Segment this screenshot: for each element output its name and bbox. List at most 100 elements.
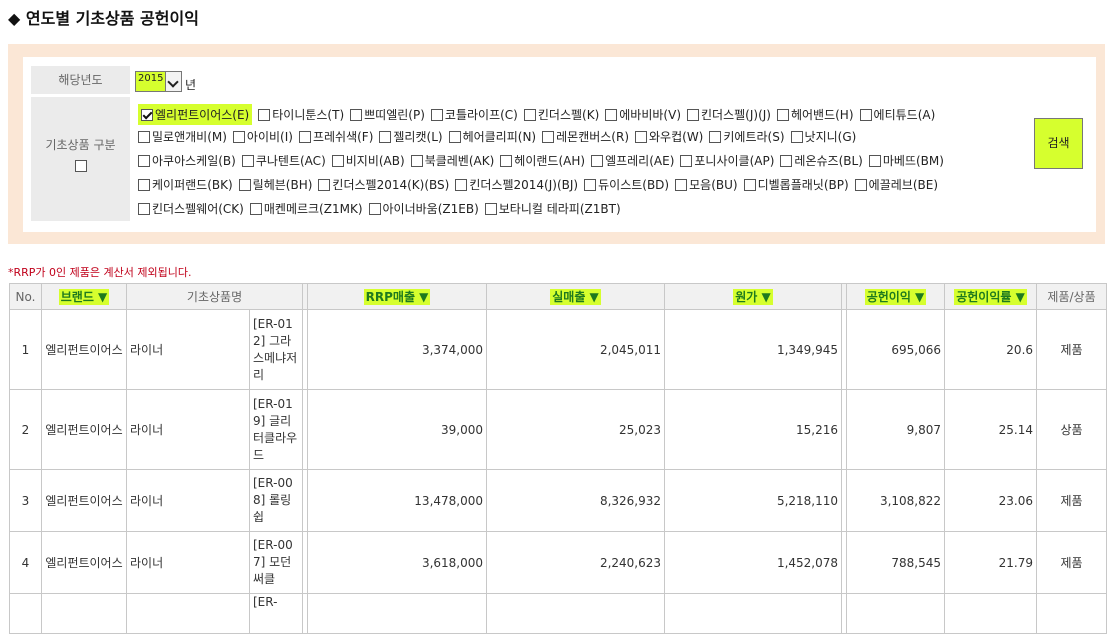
col-header-contribution-rate[interactable]: 공헌이익률 ▼ — [944, 283, 1038, 310]
col-header-rrp-sales[interactable]: RRP매출 ▼ — [307, 283, 488, 310]
category-checkbox[interactable] — [605, 109, 618, 121]
category-checkbox[interactable] — [780, 155, 793, 167]
category-option[interactable]: 헤어클리피(N) — [448, 128, 536, 145]
table-row[interactable]: [ER- — [9, 593, 1108, 634]
category-checkbox[interactable] — [500, 155, 513, 167]
category-checkbox[interactable] — [675, 179, 688, 191]
category-checkbox[interactable] — [379, 131, 392, 143]
category-option[interactable]: 듀이스트(BD) — [584, 176, 669, 193]
category-checkbox[interactable] — [138, 179, 150, 191]
category-checkbox[interactable] — [298, 131, 311, 143]
category-checkbox[interactable] — [680, 155, 693, 167]
category-option[interactable]: 킨더스펠웨어(CK) — [138, 200, 244, 217]
category-option[interactable]: 북클레벤(AK) — [410, 152, 494, 169]
category-checkbox[interactable] — [542, 131, 555, 143]
category-option[interactable]: 포니사이클(AP) — [680, 152, 774, 169]
category-checkbox[interactable] — [854, 179, 867, 191]
category-checkbox[interactable] — [709, 131, 722, 143]
category-checkbox[interactable] — [138, 131, 150, 143]
contribution-rate-cell: 20.6 — [944, 309, 1038, 390]
col-header-brand[interactable]: 브랜드 ▼ — [41, 283, 127, 310]
rrp-sales-cell: 39,000 — [307, 389, 488, 470]
category-checkbox[interactable] — [249, 203, 262, 215]
category-checkbox[interactable] — [448, 131, 461, 143]
category-option[interactable]: 에바비바(V) — [605, 106, 681, 123]
category-option[interactable]: 매켄메르크(Z1MK) — [249, 200, 363, 217]
category-label: 기초상품 구분 — [45, 138, 116, 152]
category-checkbox[interactable] — [232, 131, 245, 143]
category-option[interactable]: 케이퍼랜드(BK) — [138, 176, 233, 193]
search-button[interactable]: 검색 — [1034, 118, 1083, 169]
table-row[interactable]: 1 엘리펀트이어스 라이너 [ER-012] 그라스메냐저리 3,374,000 2,04… — [9, 309, 1108, 390]
category-checkbox[interactable] — [430, 109, 443, 121]
category-option[interactable]: 와우컵(W) — [635, 128, 703, 145]
category-checkbox[interactable] — [138, 155, 150, 167]
category-option[interactable]: 마베뜨(BM) — [868, 152, 944, 169]
category-checkbox[interactable] — [331, 155, 344, 167]
category-option[interactable]: 타이니툰스(T) — [258, 106, 344, 123]
category-option[interactable]: 모음(BU) — [675, 176, 738, 193]
category-checkbox[interactable] — [743, 179, 756, 191]
category-option[interactable]: 레몬캔버스(R) — [542, 128, 629, 145]
category-option[interactable]: 쁘띠엘린(P) — [350, 106, 425, 123]
category-option[interactable]: 코틀라이프(C) — [430, 106, 518, 123]
category-checkbox[interactable] — [241, 155, 254, 167]
category-option[interactable]: 밀로앤개비(M) — [138, 128, 227, 145]
table-row[interactable]: 3 엘리펀트이어스 라이너 [ER-008] 롤링쉽 13,478,000 8,326,9… — [9, 469, 1108, 532]
category-option[interactable]: 젤리캣(L) — [379, 128, 443, 145]
category-option[interactable]: 낫지니(G) — [790, 128, 856, 145]
category-option[interactable]: 엘프레리(AE) — [591, 152, 674, 169]
category-checkbox[interactable] — [591, 155, 604, 167]
category-option[interactable]: 키에트라(S) — [709, 128, 785, 145]
category-option-label: 듀이스트(BD) — [598, 178, 670, 192]
category-option[interactable]: 헤어밴드(H) — [776, 106, 854, 123]
year-select-value[interactable]: 2015 — [135, 71, 165, 92]
category-checkbox[interactable] — [523, 109, 536, 121]
category-checkbox[interactable] — [318, 179, 331, 191]
category-checkbox[interactable] — [410, 155, 423, 167]
category-checkbox[interactable] — [635, 131, 648, 143]
category-option[interactable]: 아이너바움(Z1EB) — [368, 200, 479, 217]
category-option[interactable]: 프레쉬색(F) — [298, 128, 373, 145]
table-row[interactable]: 2 엘리펀트이어스 라이너 [ER-019] 글리터클라우드 39,000 25,023 1… — [9, 389, 1108, 470]
category-option-label: 엘프레리(AE) — [605, 154, 675, 168]
category-checkbox[interactable] — [484, 203, 497, 215]
category-option[interactable]: 에티튜드(A) — [859, 106, 935, 123]
category-checkbox[interactable] — [584, 179, 597, 191]
col-header-cost[interactable]: 원가 ▼ — [664, 283, 843, 310]
year-select[interactable]: 2015 — [135, 71, 185, 92]
category-checkbox[interactable] — [455, 179, 468, 191]
category-option[interactable]: 에끌레브(BE) — [854, 176, 938, 193]
category-option[interactable]: 레온슈즈(BL) — [780, 152, 863, 169]
select-all-checkbox[interactable] — [75, 160, 87, 172]
category-checkbox[interactable] — [868, 155, 881, 167]
category-option[interactable]: 킨더스펠(K) — [523, 106, 599, 123]
actual-sales-cell: 8,326,932 — [486, 469, 666, 532]
category-option[interactable]: 킨더스펠2014(K)(BS) — [318, 176, 449, 193]
category-option[interactable]: 보타니컬 테라피(Z1BT) — [484, 200, 621, 217]
category-checkbox[interactable] — [790, 131, 803, 143]
chevron-down-icon[interactable] — [165, 71, 182, 92]
col-header-actual-sales[interactable]: 실매출 ▼ — [486, 283, 666, 310]
category-option[interactable]: 킨더스펠(J)(J) — [687, 106, 771, 123]
col-header-contribution[interactable]: 공헌이익 ▼ — [846, 283, 946, 310]
category-option[interactable]: 엘리펀트이어스(E) — [138, 104, 253, 125]
category-checkbox[interactable] — [368, 203, 381, 215]
category-option[interactable]: 아이비(I) — [232, 128, 293, 145]
category-option[interactable]: 릴헤븐(BH) — [238, 176, 312, 193]
category-option[interactable]: 헤이랜드(AH) — [500, 152, 585, 169]
category-checkbox[interactable] — [141, 109, 153, 121]
category-checkbox[interactable] — [350, 109, 363, 121]
category-option[interactable]: 킨더스펠2014(J)(BJ) — [455, 176, 578, 193]
category-checkbox[interactable] — [258, 109, 271, 121]
category-checkbox[interactable] — [687, 109, 699, 121]
category-option[interactable]: 디벨롭플래닛(BP) — [743, 176, 849, 193]
category-checkbox[interactable] — [138, 203, 150, 215]
category-option[interactable]: 쿠나텐트(AC) — [241, 152, 326, 169]
category-checkbox[interactable] — [859, 109, 872, 121]
category-checkbox[interactable] — [238, 179, 251, 191]
table-row[interactable]: 4 엘리펀트이어스 라이너 [ER-007] 모던써클 3,618,000 2,240,6… — [9, 531, 1108, 594]
category-checkbox[interactable] — [776, 109, 789, 121]
category-option[interactable]: 아쿠아스케일(B) — [138, 152, 236, 169]
category-option[interactable]: 비지비(AB) — [331, 152, 405, 169]
